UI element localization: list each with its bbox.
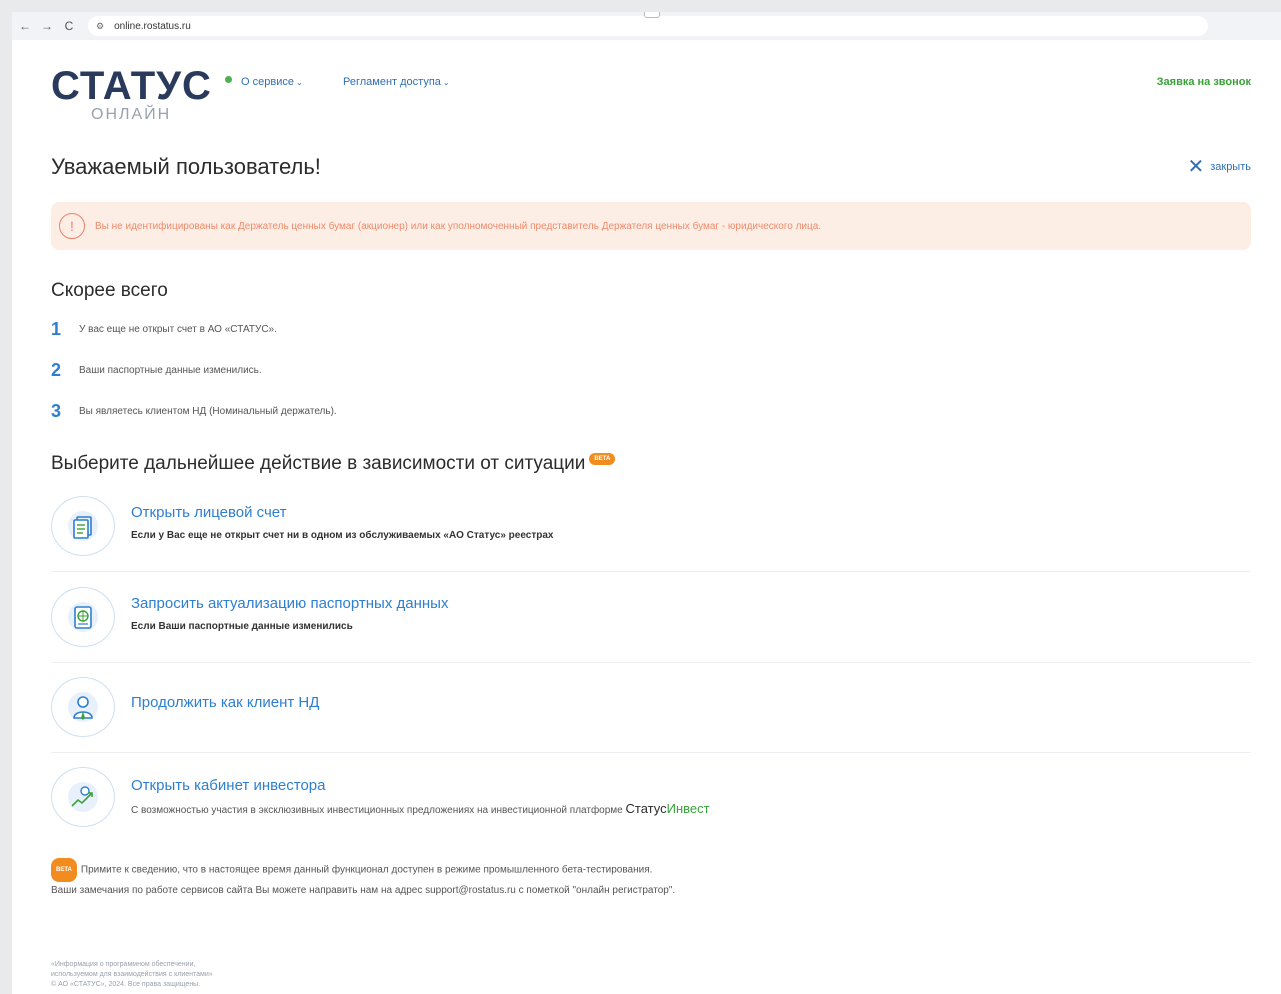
page-title: Уважаемый пользователь!	[51, 154, 321, 179]
beta-notice-line2: Ваши замечания по работе сервисов сайта …	[51, 885, 676, 896]
logo-main-text: СТАТУС	[51, 64, 212, 108]
close-button[interactable]: ✕ закрыть	[1187, 156, 1251, 178]
action-description: С возможностью участия в эксклюзивных ин…	[131, 801, 710, 816]
menu-about[interactable]: О сервисе ⌄	[241, 76, 303, 88]
callback-request-link[interactable]: Заявка на звонок	[1157, 76, 1251, 88]
reason-number: 1	[51, 319, 62, 339]
alert-text: Вы не идентифицированы как Держатель цен…	[95, 220, 822, 232]
action-update-passport[interactable]: Запросить актуализацию паспортных данных…	[51, 587, 1251, 669]
divider	[51, 571, 1251, 572]
chevron-down-icon: ⌄	[295, 78, 303, 87]
menu-rules-label: Регламент доступа	[343, 76, 441, 88]
menu-about-label: О сервисе	[241, 76, 294, 88]
brand-invest: Инвест	[666, 801, 710, 816]
growth-chart-icon	[51, 767, 115, 827]
reason-text: Вы являетесь клиентом НД (Номинальный де…	[79, 406, 337, 417]
logo-sub-text: ОНЛАЙН	[91, 106, 172, 123]
footer: «Информация о программном обеспечении, и…	[51, 960, 213, 990]
action-description: Если у Вас еще не открыт счет ни в одном…	[131, 530, 554, 541]
address-bar[interactable]: ⚙ online.rostatus.ru	[88, 16, 1208, 36]
action-title[interactable]: Открыть лицевой счет	[131, 504, 287, 521]
warning-icon: !	[59, 213, 85, 239]
footer-software-info-link[interactable]: «Информация о программном обеспечении,	[51, 960, 213, 970]
beta-notice-text: Примите к сведению, что в настоящее врем…	[80, 864, 653, 876]
menu-access-rules[interactable]: Регламент доступа ⌄	[343, 76, 450, 88]
brand-status: Статус	[625, 801, 667, 816]
action-title[interactable]: Открыть кабинет инвестора	[131, 777, 325, 794]
close-label: закрыть	[1210, 161, 1251, 173]
divider	[51, 662, 1251, 663]
beta-badge: BETA	[51, 858, 77, 882]
site-settings-icon[interactable]: ⚙	[96, 21, 104, 32]
reason-item: 1 У вас еще не открыт счет в АО «СТАТУС»…	[51, 319, 277, 340]
logo-dot-icon	[225, 76, 232, 83]
action-description: Если Ваши паспортные данные изменились	[131, 621, 353, 632]
reason-item: 2 Ваши паспортные данные изменились.	[51, 360, 262, 381]
beta-badge: BETA	[589, 453, 616, 465]
close-icon: ✕	[1187, 156, 1205, 178]
action-title[interactable]: Запросить актуализацию паспортных данных	[131, 595, 448, 612]
logo[interactable]: СТАТУС ОНЛАЙН	[51, 64, 232, 126]
footer-software-info-link-2[interactable]: используемом для взаимодействия с клиент…	[51, 970, 213, 980]
document-icon	[51, 496, 115, 556]
choose-heading-text: Выберите дальнейшее действие в зависимос…	[51, 453, 586, 474]
back-icon[interactable]: ←	[14, 19, 36, 33]
tab-handle	[644, 12, 660, 18]
action-open-account[interactable]: Открыть лицевой счет Если у Вас еще не о…	[51, 496, 1251, 578]
likely-heading: Скорее всего	[51, 280, 168, 301]
beta-notice: BETA Примите к сведению, что в настоящее …	[51, 858, 675, 900]
choose-heading: Выберите дальнейшее действие в зависимос…	[51, 453, 616, 475]
action-title[interactable]: Продолжить как клиент НД	[131, 694, 319, 711]
reason-item: 3 Вы являетесь клиентом НД (Номинальный …	[51, 401, 337, 422]
url-text[interactable]: online.rostatus.ru	[114, 21, 191, 32]
reload-icon[interactable]: C	[58, 19, 80, 33]
reason-text: Ваши паспортные данные изменились.	[79, 365, 262, 376]
passport-icon	[51, 587, 115, 647]
footer-copyright: © АО «СТАТУС», 2024. Все права защищены.	[51, 981, 201, 988]
reason-number: 3	[51, 401, 62, 421]
action-investor-cabinet[interactable]: Открыть кабинет инвестора С возможностью…	[51, 767, 1251, 849]
page-frame: ← → C ⚙ online.rostatus.ru СТАТУС ОНЛАЙН…	[12, 12, 1281, 994]
beta-notice-line1: BETA Примите к сведению, что в настоящее …	[51, 858, 675, 882]
action-description-text: С возможностью участия в эксклюзивных ин…	[131, 805, 623, 816]
reason-text: У вас еще не открыт счет в АО «СТАТУС».	[79, 324, 277, 335]
user-icon	[51, 677, 115, 737]
warning-alert: ! Вы не идентифицированы как Держатель ц…	[51, 202, 1251, 250]
chevron-down-icon: ⌄	[442, 78, 450, 87]
reason-number: 2	[51, 360, 62, 380]
forward-icon[interactable]: →	[36, 19, 58, 33]
action-continue-nd-client[interactable]: Продолжить как клиент НД	[51, 677, 1251, 759]
divider	[51, 752, 1251, 753]
